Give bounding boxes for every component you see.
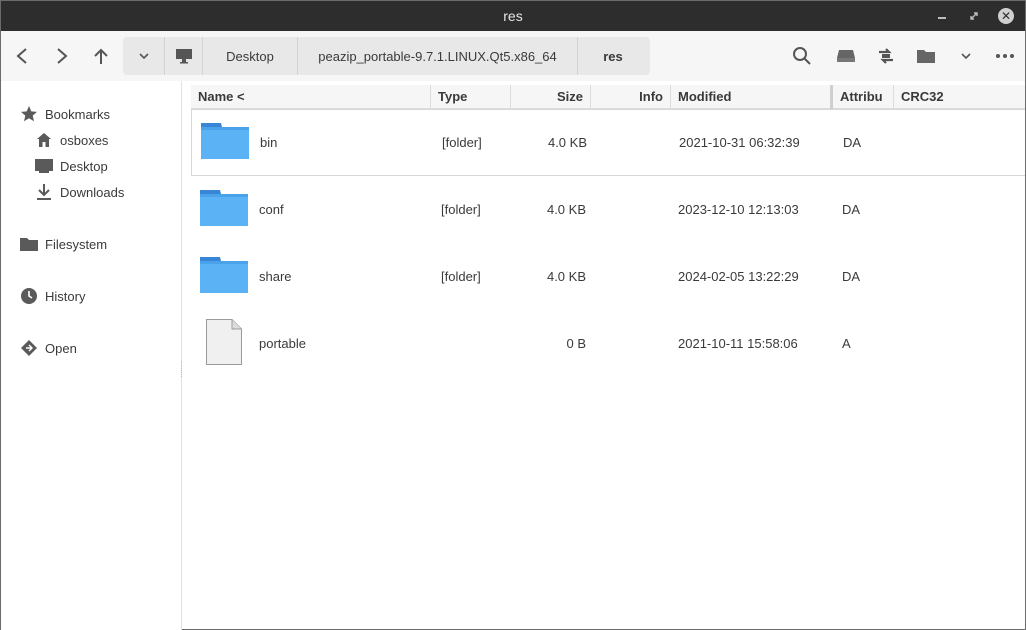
back-icon — [16, 48, 27, 64]
drive-icon — [837, 50, 855, 62]
sidebar-filesystem[interactable]: Filesystem — [20, 235, 107, 253]
sidebar-item-osboxes[interactable]: osboxes — [35, 131, 108, 149]
file-name: share — [259, 269, 292, 284]
star-icon — [20, 105, 38, 123]
open-icon — [20, 339, 38, 357]
table-row[interactable]: portable 0 B 2021-10-11 15:58:06 A — [191, 310, 1025, 377]
more-button[interactable] — [992, 43, 1018, 69]
file-name: bin — [260, 135, 278, 150]
file-modified: 2024-02-05 13:22:29 — [678, 269, 799, 284]
column-attributes[interactable]: Attribu — [833, 85, 894, 109]
close-button[interactable]: ✕ — [997, 7, 1015, 25]
file-list: Name < Type Size Info Modified Attribu C… — [191, 85, 1025, 630]
sidebar-bookmarks-label: Bookmarks — [45, 106, 111, 122]
chevron-down-icon — [961, 53, 971, 60]
sidebar: Bookmarks osboxes Desktop Downloads File… — [1, 81, 182, 630]
sidebar-filesystem-label: Filesystem — [45, 236, 108, 252]
sidebar-item-desktop[interactable]: Desktop — [35, 157, 108, 175]
folder-icon — [201, 123, 249, 162]
path-segment-res[interactable]: res — [578, 37, 648, 75]
minimize-button[interactable] — [933, 7, 951, 25]
sidebar-resize-handle[interactable] — [181, 361, 184, 377]
path-dropdown-button[interactable] — [123, 37, 165, 75]
column-info[interactable]: Info — [591, 85, 671, 109]
path-segment-desktop[interactable]: Desktop — [203, 37, 298, 75]
path-computer-button[interactable] — [165, 37, 203, 75]
back-button[interactable] — [9, 43, 35, 69]
sidebar-item-label: Desktop — [60, 158, 108, 174]
sidebar-history[interactable]: History — [20, 287, 85, 305]
file-type: [folder] — [441, 269, 481, 284]
restore-icon — [970, 12, 978, 20]
computer-icon — [175, 49, 192, 64]
sidebar-item-downloads[interactable]: Downloads — [35, 183, 124, 201]
view-dropdown-button[interactable] — [953, 43, 979, 69]
file-attributes: DA — [842, 202, 861, 217]
sidebar-history-label: History — [45, 288, 86, 304]
new-folder-button[interactable] — [913, 43, 939, 69]
folder-icon — [917, 50, 935, 63]
path-bar: Desktop peazip_portable-9.7.1.LINUX.Qt5.… — [123, 37, 650, 75]
up-button[interactable] — [88, 43, 114, 69]
path-segment-peazip[interactable]: peazip_portable-9.7.1.LINUX.Qt5.x86_64 — [298, 37, 578, 75]
file-modified: 2021-10-11 15:58:06 — [678, 336, 798, 351]
swap-button[interactable] — [873, 43, 899, 69]
folder-icon — [200, 257, 248, 296]
column-size[interactable]: Size — [511, 85, 591, 109]
column-crc32[interactable]: CRC32 — [894, 85, 1025, 109]
sidebar-bookmarks[interactable]: Bookmarks — [20, 105, 110, 123]
sidebar-item-label: Downloads — [60, 184, 125, 200]
sidebar-open[interactable]: Open — [20, 339, 77, 357]
file-attributes: DA — [842, 269, 861, 284]
file-icon — [206, 319, 242, 368]
file-size: 0 B — [566, 336, 586, 351]
file-modified: 2021-10-31 06:32:39 — [679, 135, 800, 150]
column-modified[interactable]: Modified — [671, 85, 833, 109]
list-header: Name < Type Size Info Modified Attribu C… — [191, 85, 1025, 109]
forward-icon — [57, 48, 68, 64]
more-icon — [996, 54, 1014, 58]
table-row[interactable]: bin [folder] 4.0 KB 2021-10-31 06:32:39 … — [191, 109, 1025, 176]
file-size: 4.0 KB — [546, 202, 586, 217]
file-name: portable — [259, 336, 306, 351]
file-manager-window: res ✕ Desktop peazip_portable-9.7.1.LINU… — [0, 0, 1026, 630]
sidebar-open-label: Open — [45, 340, 77, 356]
file-name: conf — [259, 202, 284, 217]
folder-icon — [200, 190, 248, 229]
up-icon — [94, 48, 108, 64]
file-modified: 2023-12-10 12:13:03 — [678, 202, 799, 217]
toolbar: Desktop peazip_portable-9.7.1.LINUX.Qt5.… — [1, 31, 1025, 81]
table-row[interactable]: share [folder] 4.0 KB 2024-02-05 13:22:2… — [191, 243, 1025, 310]
chevron-down-icon — [138, 53, 149, 60]
file-type: [folder] — [442, 135, 482, 150]
sidebar-item-label: osboxes — [60, 132, 109, 148]
maximize-button[interactable] — [965, 7, 983, 25]
swap-icon — [879, 48, 893, 64]
home-icon — [35, 131, 53, 149]
minimize-icon — [938, 17, 946, 19]
file-size: 4.0 KB — [546, 269, 586, 284]
download-icon — [35, 183, 53, 201]
file-attributes: DA — [843, 135, 862, 150]
close-icon: ✕ — [998, 8, 1014, 24]
title-bar[interactable]: res ✕ — [1, 1, 1025, 31]
file-size: 4.0 KB — [547, 135, 587, 150]
file-type: [folder] — [441, 202, 481, 217]
window-title: res — [503, 8, 523, 24]
clock-icon — [20, 287, 38, 305]
drive-button[interactable] — [833, 43, 859, 69]
forward-button[interactable] — [49, 43, 75, 69]
folder-icon — [20, 235, 38, 253]
column-type[interactable]: Type — [431, 85, 511, 109]
search-icon — [793, 47, 811, 65]
desktop-icon — [35, 157, 53, 175]
search-button[interactable] — [789, 43, 815, 69]
table-row[interactable]: conf [folder] 4.0 KB 2023-12-10 12:13:03… — [191, 176, 1025, 243]
column-name[interactable]: Name < — [191, 85, 431, 109]
file-attributes: A — [842, 336, 851, 351]
